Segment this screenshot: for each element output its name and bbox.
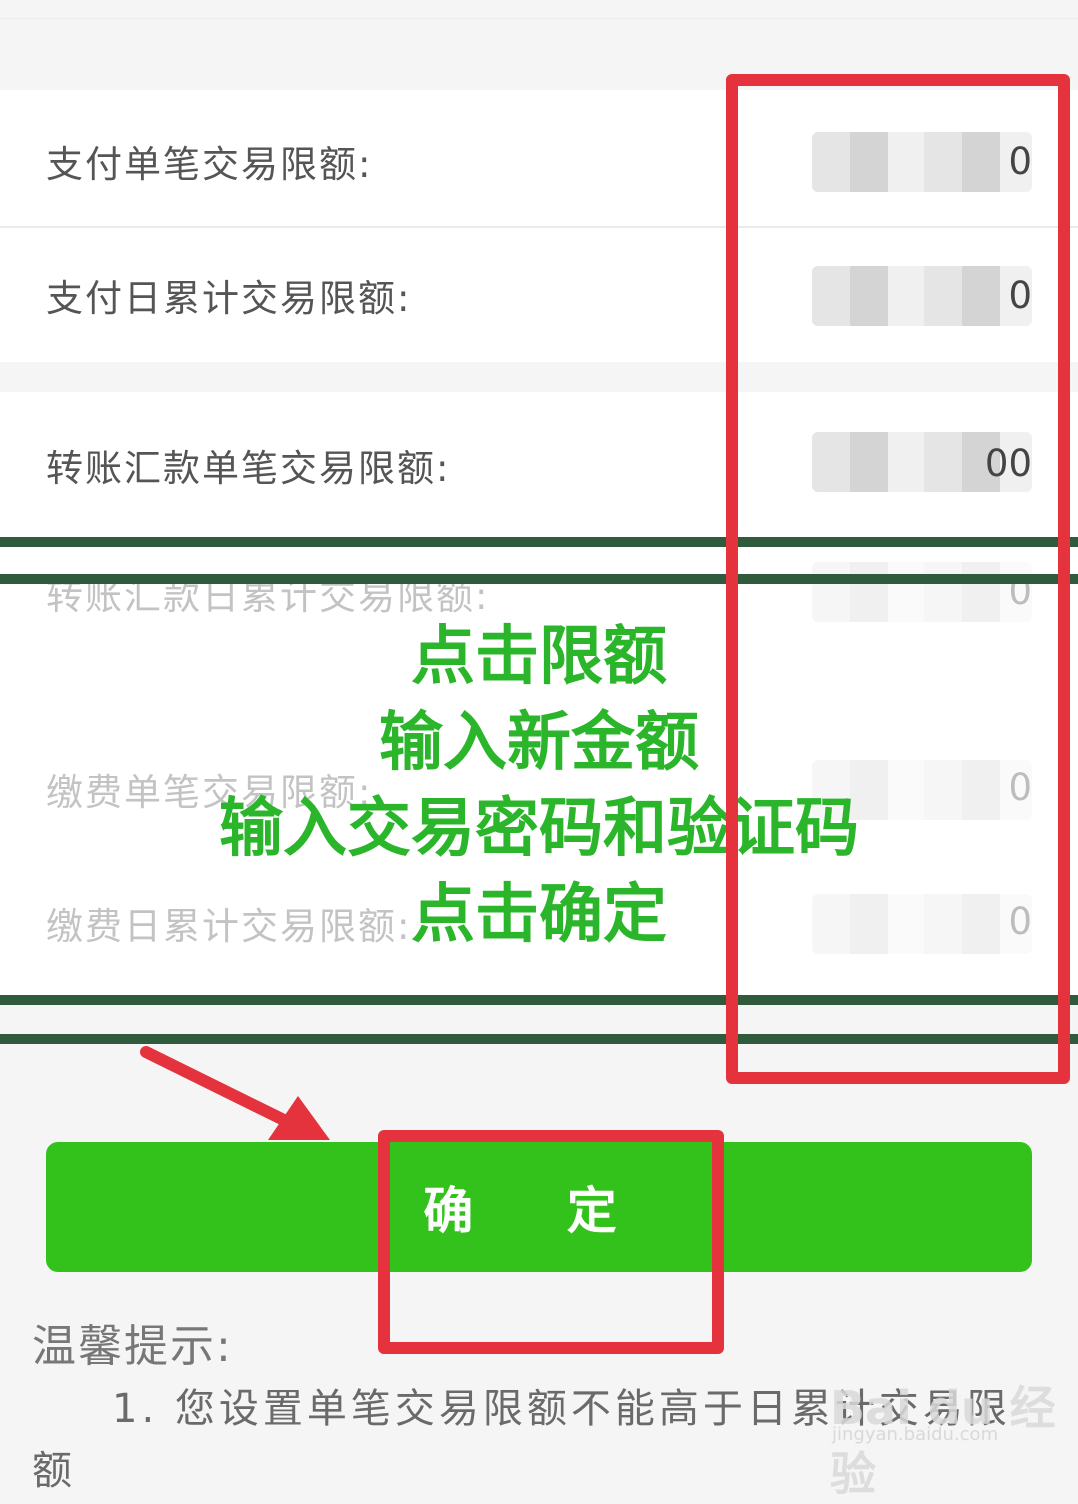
- limit-label: 支付单笔交易限额:: [46, 143, 373, 186]
- annotation-box-values: [726, 74, 1070, 1084]
- limit-label: 转账汇款单笔交易限额:: [46, 447, 451, 490]
- annotation-box-button: [378, 1130, 724, 1354]
- baidu-watermark-url: jingyan.baidu.com: [832, 1424, 999, 1445]
- tips-line: 额: [32, 1448, 72, 1494]
- tips-title: 温馨提示:: [32, 1321, 233, 1372]
- limit-label: 支付日累计交易限额:: [46, 277, 412, 320]
- top-strip: [0, 0, 1078, 19]
